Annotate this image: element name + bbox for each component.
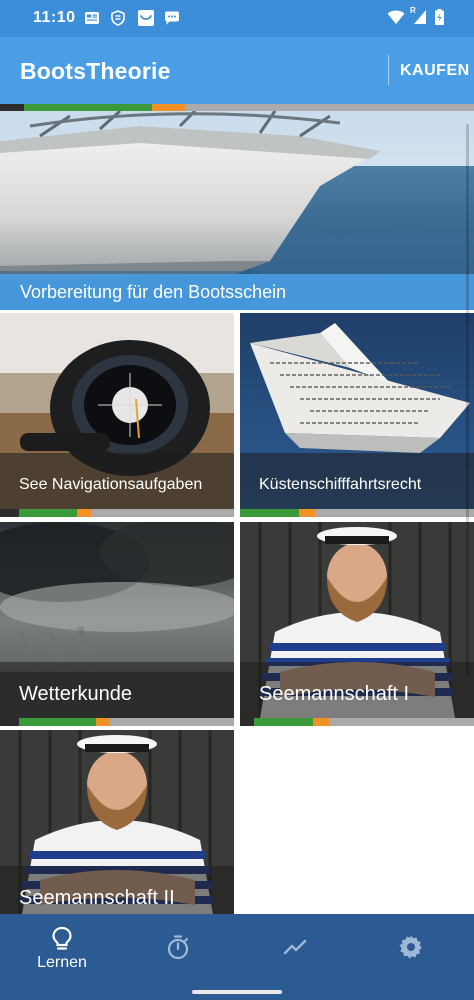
hero-progress-bar — [0, 104, 474, 111]
sms-icon — [165, 11, 179, 25]
stopwatch-icon — [167, 935, 189, 960]
gear-icon — [399, 935, 422, 959]
tile-label: Küstenschifffahrtsrecht — [259, 476, 422, 493]
nav-label-lernen: Lernen — [37, 954, 87, 971]
progress-segment-partial — [312, 718, 329, 726]
nav-item-settings[interactable] — [352, 914, 470, 984]
progress-segment-correct — [18, 718, 96, 726]
tile-label: Seemannschaft II — [19, 887, 175, 909]
wifi-icon — [387, 10, 405, 24]
hero-caption: Vorbereitung für den Bootsschein — [0, 274, 474, 310]
progress-segment-partial — [298, 509, 315, 517]
battery-icon — [435, 9, 444, 25]
progress-segment-partial — [95, 718, 110, 726]
progress-segment-partial — [151, 104, 185, 111]
tile-see-navigationsaufgaben[interactable]: See Navigationsaufgaben — [0, 313, 234, 517]
tile-seemannschaft-2[interactable]: Seemannschaft II — [0, 730, 234, 914]
tile-progress-bar — [240, 509, 474, 517]
tile-label: Wetterkunde — [19, 683, 133, 705]
gesture-home-indicator[interactable] — [192, 990, 282, 994]
progress-segment-correct — [18, 509, 78, 517]
tile-progress-bar — [240, 718, 474, 726]
lightbulb-icon — [52, 926, 72, 950]
nav-item-statistics[interactable] — [236, 914, 354, 984]
appbar-divider — [388, 55, 389, 85]
tile-caption: See Navigationsaufgaben — [0, 453, 234, 509]
status-bar: 11:10 R — [0, 0, 474, 37]
trending-icon — [283, 939, 307, 955]
email-icon — [138, 10, 154, 26]
tile-label: Seemannschaft I — [259, 683, 410, 705]
hero-caption-label: Vorbereitung für den Bootsschein — [20, 282, 287, 302]
tile-caption: Seemannschaft II — [0, 866, 234, 914]
tile-caption: Küstenschifffahrtsrecht — [240, 453, 474, 509]
progress-segment-done — [240, 718, 255, 726]
tile-caption: Seemannschaft I — [240, 662, 474, 718]
progress-segment-done — [0, 509, 19, 517]
nav-item-timer[interactable] — [119, 914, 237, 984]
progress-segment-correct — [240, 509, 299, 517]
tile-caption: Wetterkunde — [0, 662, 234, 718]
hero-card-bootsschein[interactable]: Vorbereitung für den Bootsschein — [0, 111, 474, 310]
tile-wetterkunde[interactable]: Wetterkunde — [0, 522, 234, 726]
tile-kuestenschifffahrtsrecht[interactable]: Küstenschifffahrtsrecht — [240, 313, 474, 517]
progress-segment-open — [91, 509, 234, 517]
app-bar: BootsTheorie KAUFEN — [0, 37, 474, 104]
progress-segment-open — [109, 718, 234, 726]
signal-sub-label: R — [410, 6, 416, 15]
progress-segment-correct — [254, 718, 313, 726]
shield-icon — [111, 10, 125, 26]
nav-item-lernen[interactable]: Lernen — [3, 914, 121, 984]
buy-button[interactable]: KAUFEN — [400, 62, 470, 80]
progress-segment-open — [328, 718, 474, 726]
signal-icon: R — [410, 6, 427, 25]
tile-progress-bar — [0, 509, 234, 517]
app-title: BootsTheorie — [20, 58, 171, 84]
progress-segment-done — [0, 104, 24, 111]
progress-segment-partial — [77, 509, 92, 517]
tile-label: See Navigationsaufgaben — [19, 476, 203, 493]
tile-progress-bar — [0, 718, 234, 726]
progress-segment-done — [0, 718, 19, 726]
tile-seemannschaft-1[interactable]: Seemannschaft I — [240, 522, 474, 726]
status-time: 11:10 — [33, 9, 76, 26]
bottom-navigation: Lernen — [0, 914, 474, 1000]
progress-segment-correct — [23, 104, 152, 111]
scrollbar[interactable] — [466, 124, 469, 676]
progress-segment-open — [184, 104, 474, 111]
progress-segment-open — [314, 509, 474, 517]
news-icon — [85, 12, 99, 24]
course-grid: Vorbereitung für den Bootsschein See Nav… — [0, 104, 474, 914]
